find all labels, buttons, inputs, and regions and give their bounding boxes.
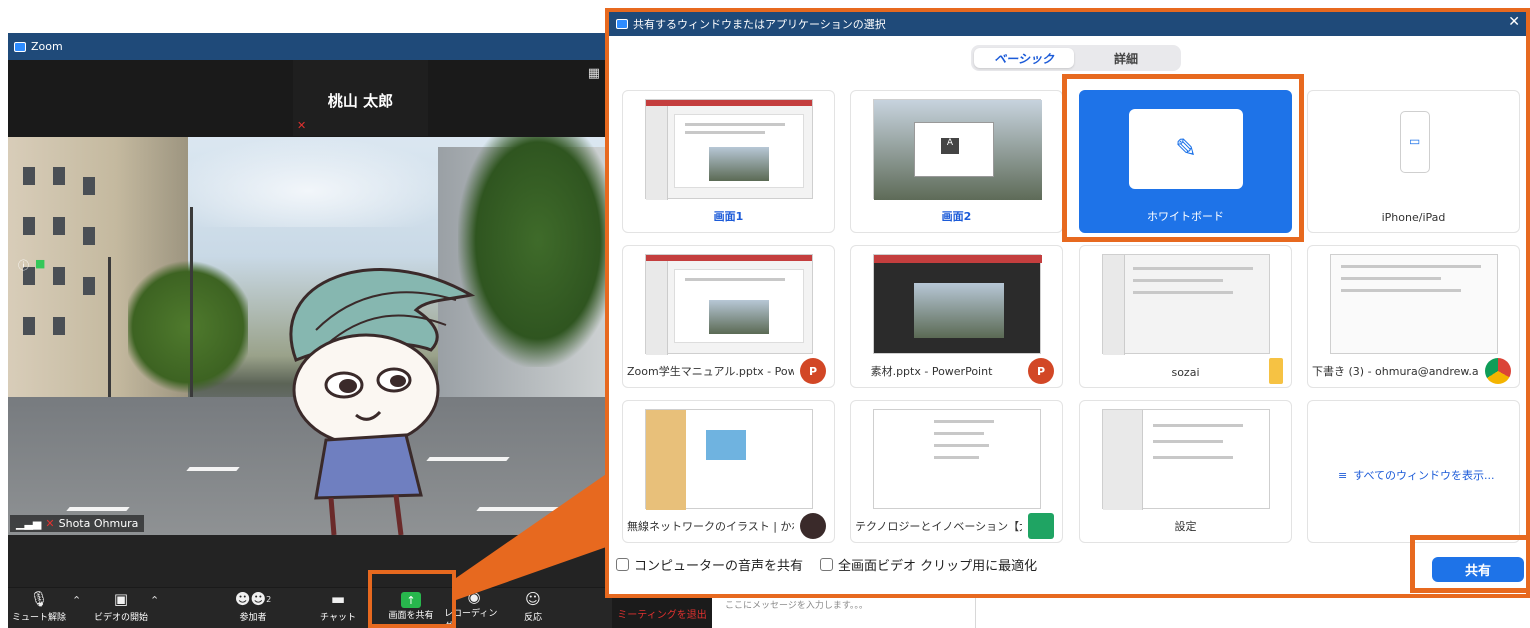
share-tile-label: 画面1 (713, 210, 744, 223)
iphone-icon: ▭ (1400, 111, 1430, 173)
airplay-icon: ▭ (1409, 134, 1421, 148)
optimize-video-label: 全画面ビデオ クリップ用に最適化 (838, 559, 1038, 574)
chrome-icon (1485, 358, 1511, 384)
powerpoint-icon: P (800, 358, 826, 384)
share-tile-label: 下書き (3) - ohmura@andrew.ac... (1312, 365, 1479, 378)
optimize-video-checkbox[interactable]: 全画面ビデオ クリップ用に最適化 (820, 555, 1037, 574)
share-audio-label: コンピューターの音声を共有 (634, 559, 804, 574)
share-audio-checkbox[interactable]: コンピューターの音声を共有 (616, 555, 803, 574)
share-tile-window[interactable]: 設定 (1079, 400, 1292, 543)
share-tile-label: iPhone/iPad (1381, 211, 1446, 224)
share-tile-window[interactable]: テクノロジーとイノベーション【大村... (850, 400, 1063, 543)
screen1-thumbnail (645, 99, 813, 200)
show-all-windows[interactable]: ≡ すべてのウィンドウを表示... (1338, 467, 1495, 483)
dialog-title: 共有するウィンドウまたはアプリケーションの選択 (633, 18, 886, 31)
close-icon[interactable]: ✕ (1508, 14, 1520, 30)
share-button-highlight (1410, 535, 1530, 593)
screen2-thumb-letter: A (941, 138, 959, 154)
powerpoint-icon: P (1028, 358, 1054, 384)
window-thumbnail (1102, 409, 1270, 510)
checkbox-icon (820, 558, 833, 571)
share-tile-iphone[interactable]: ▭ iPhone/iPad (1307, 90, 1520, 233)
share-tile-label: 設定 (1174, 520, 1197, 533)
zoom-logo-icon (616, 19, 628, 29)
share-tile-window[interactable]: 素材.pptx - PowerPoint P (850, 245, 1063, 388)
share-tile-label: 無線ネットワークのイラスト | かわい... (627, 520, 794, 533)
window-thumbnail (873, 409, 1041, 509)
share-mode-tabs: ベーシック 詳細 (971, 45, 1181, 71)
share-tile-screen2[interactable]: A 画面2 (850, 90, 1063, 233)
window-thumbnail (1102, 254, 1270, 355)
window-thumbnail (645, 254, 813, 355)
window-thumbnail (873, 254, 1042, 354)
window-thumbnail (645, 409, 813, 510)
tab-advanced[interactable]: 詳細 (1076, 48, 1176, 68)
share-tile-label: テクノロジーとイノベーション【大村... (855, 520, 1022, 533)
share-tile-label: sozai (1171, 366, 1200, 379)
checkbox-icon (616, 558, 629, 571)
share-tile-screen1[interactable]: 画面1 (622, 90, 835, 233)
share-tile-window[interactable]: 下書き (3) - ohmura@andrew.ac... (1307, 245, 1520, 388)
share-tile-label: 画面2 (941, 210, 972, 223)
tab-basic[interactable]: ベーシック (974, 48, 1074, 68)
share-tile-label: 素材.pptx - PowerPoint (870, 365, 993, 378)
site-favicon-icon (800, 513, 826, 539)
show-all-label: すべてのウィンドウを表示... (1353, 469, 1495, 482)
share-tile-label: Zoom学生マニュアル.pptx - Powe... (627, 365, 794, 378)
share-tile-show-all[interactable]: ≡ すべてのウィンドウを表示... (1307, 400, 1520, 543)
dialog-titlebar: 共有するウィンドウまたはアプリケーションの選択 ✕ (609, 12, 1526, 36)
screenshot-root: Zoom 桃山 太郎 ✕ ▦ ⓘ ■ ▁▃▅ ✕ Shota Ohmura 🎙︎… (0, 0, 1530, 628)
share-tile-window[interactable]: Zoom学生マニュアル.pptx - Powe... P (622, 245, 835, 388)
window-thumbnail (1330, 254, 1498, 354)
screen2-thumbnail: A (873, 99, 1042, 200)
share-button-highlight (368, 570, 456, 628)
share-tile-window[interactable]: 無線ネットワークのイラスト | かわい... (622, 400, 835, 543)
show-all-icon: ≡ (1338, 468, 1348, 482)
classroom-icon (1028, 513, 1054, 539)
whiteboard-highlight (1062, 74, 1304, 242)
folder-icon (1269, 358, 1283, 384)
share-tile-window[interactable]: sozai (1079, 245, 1292, 388)
